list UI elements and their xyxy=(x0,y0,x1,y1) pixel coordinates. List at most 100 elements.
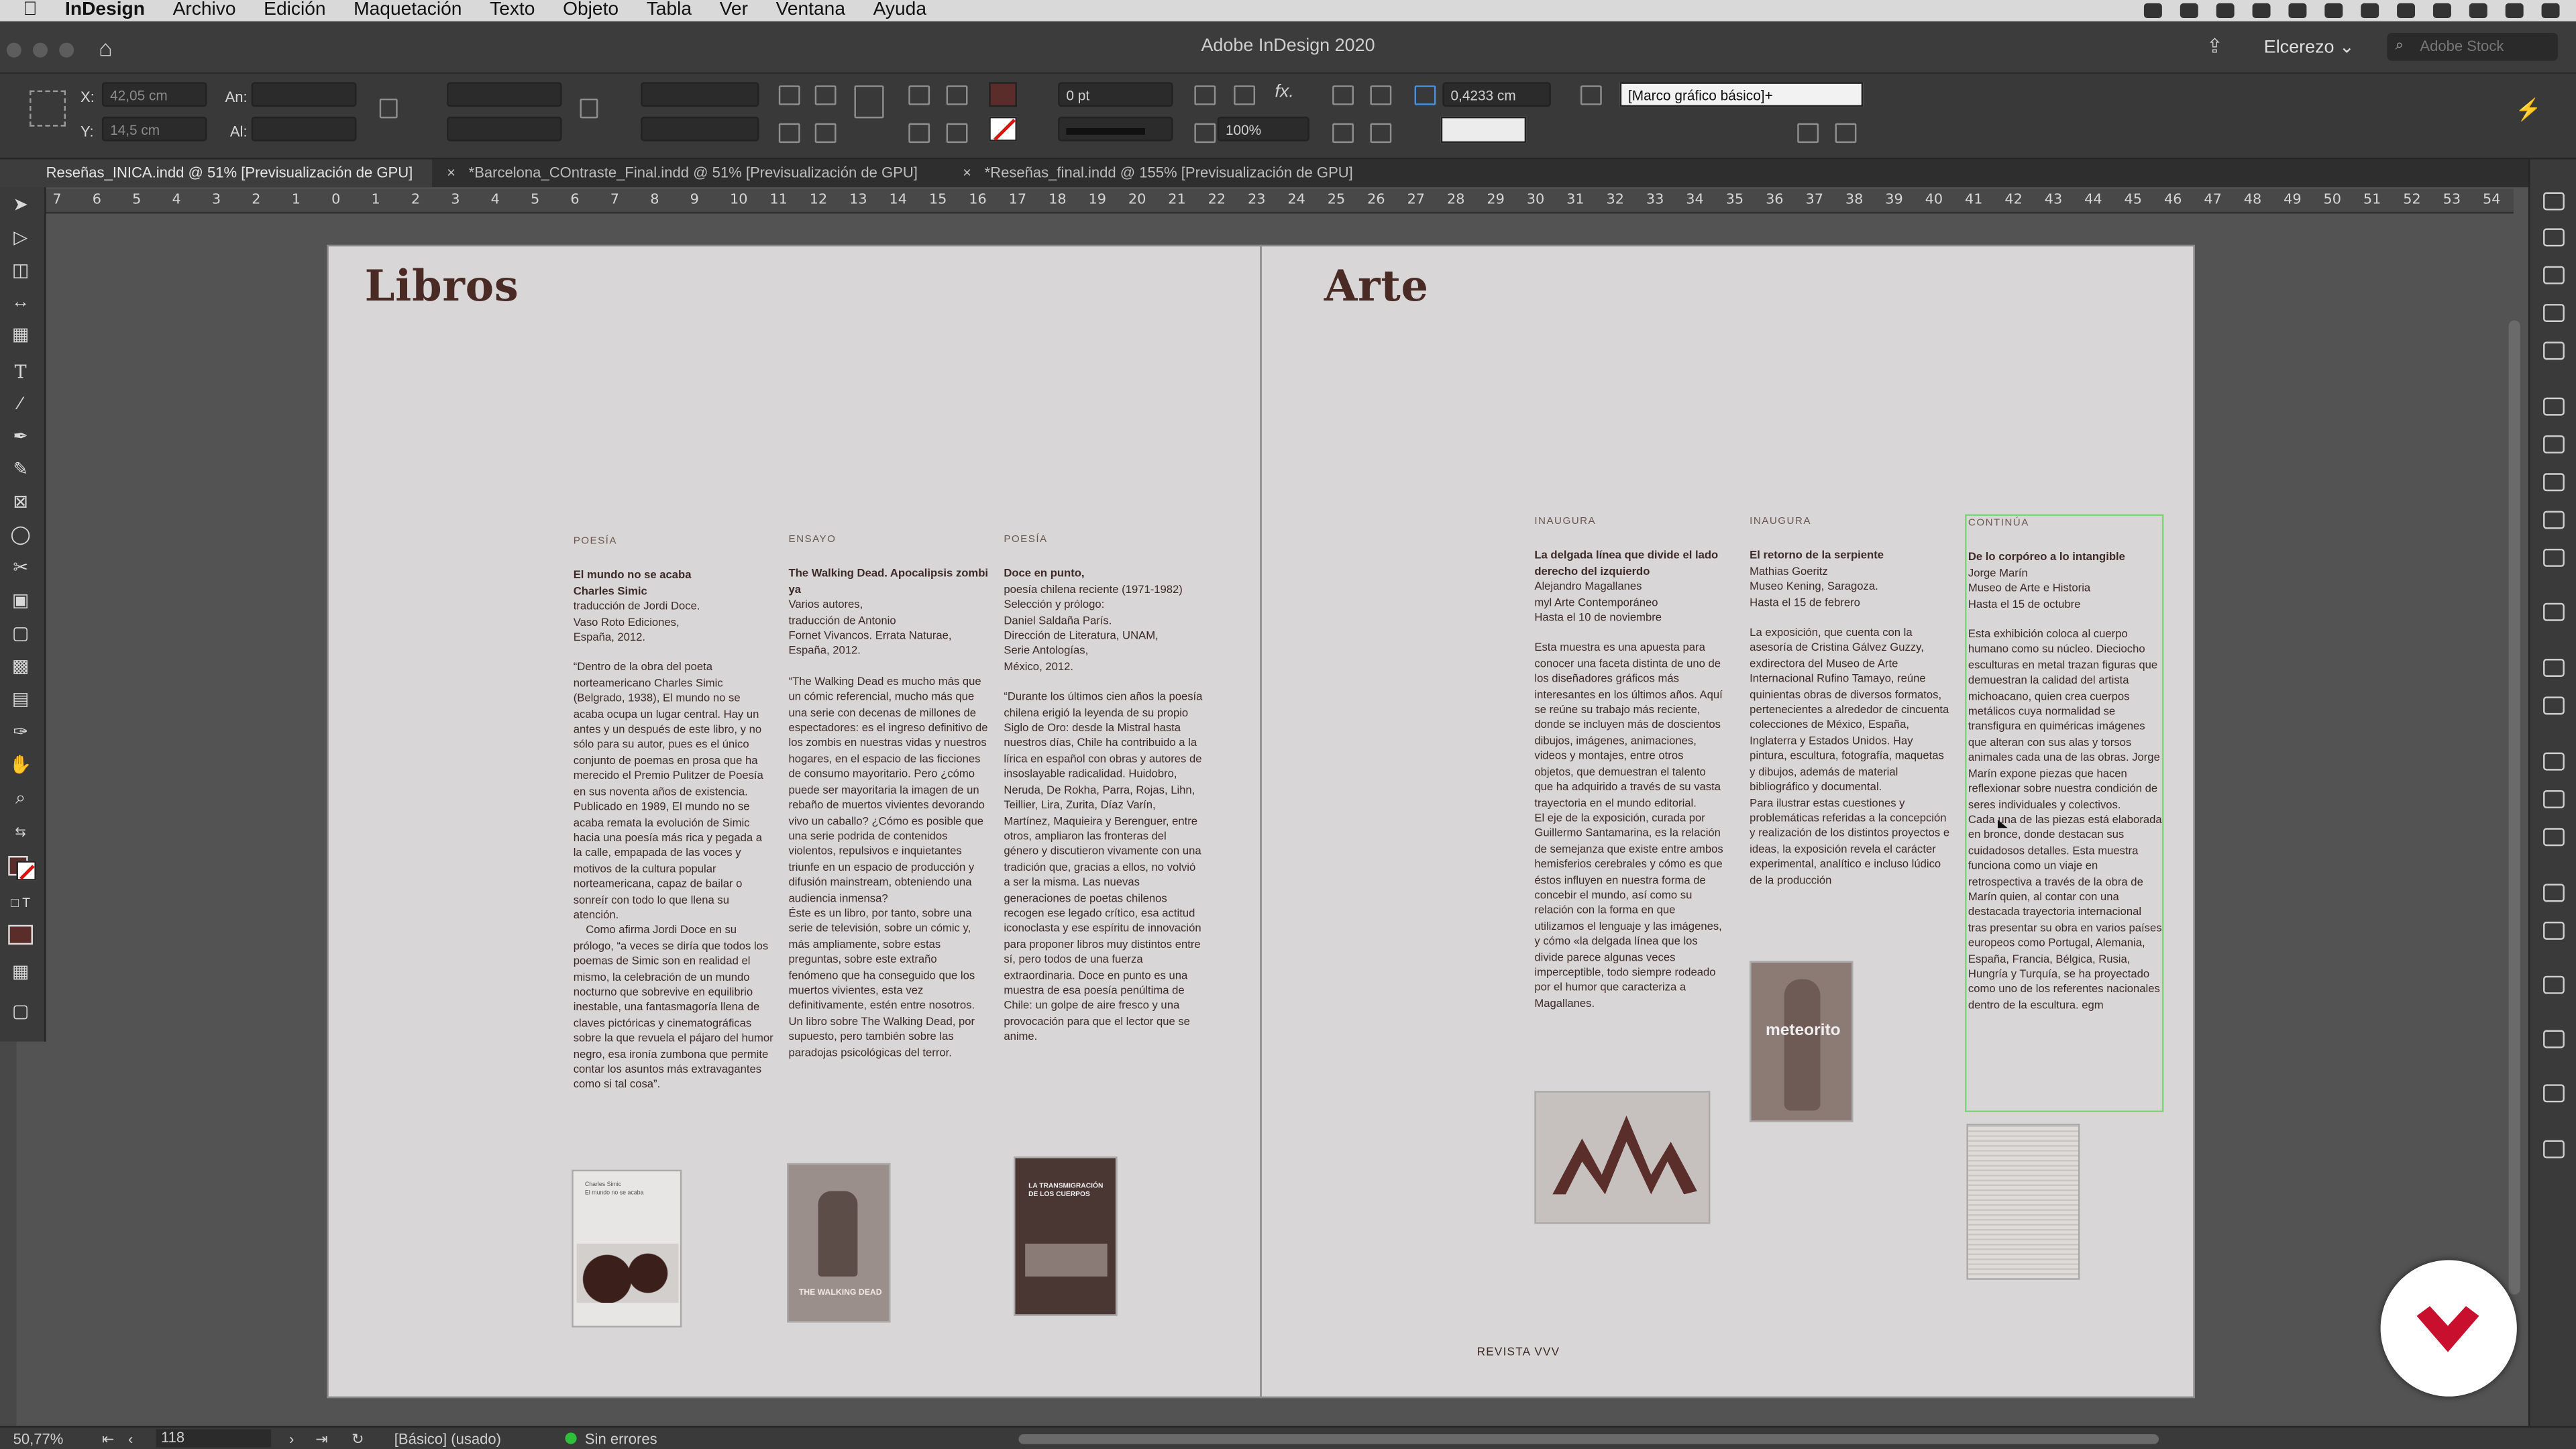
swatches-panel-icon[interactable] xyxy=(2543,341,2565,360)
page-tool-icon[interactable]: ◫ xyxy=(8,261,33,282)
cloud-upload-icon[interactable] xyxy=(2324,3,2343,18)
next-page-icon[interactable]: › xyxy=(289,1431,294,1447)
text-wrap-jump-icon[interactable] xyxy=(1370,123,1392,144)
menu-ver[interactable]: Ver xyxy=(720,0,748,21)
auto-fit-icon[interactable] xyxy=(1414,85,1436,105)
object-style-select[interactable]: [Marco gráfico básico]+ xyxy=(1619,82,1864,107)
previous-page-icon[interactable]: ‹ xyxy=(128,1431,133,1447)
transform-panel-icon[interactable] xyxy=(2543,752,2565,771)
zoom-tool-icon[interactable]: ⌕ xyxy=(8,789,33,810)
free-transform-tool-icon[interactable]: ▣ xyxy=(8,592,33,613)
menu-ayuda[interactable]: Ayuda xyxy=(873,0,926,21)
creative-cloud-icon[interactable] xyxy=(2216,3,2235,18)
quick-apply-icon[interactable] xyxy=(1835,123,1857,144)
gradient-feather-tool-icon[interactable]: ▩ xyxy=(8,657,33,679)
reference-point-icon[interactable] xyxy=(30,90,66,127)
fill-color-swatch[interactable] xyxy=(989,82,1017,107)
event-column[interactable]: INAUGURA La delgada línea que divide el … xyxy=(1534,515,1723,1013)
apply-color-icon[interactable] xyxy=(8,924,33,945)
rotate-cw-icon[interactable] xyxy=(778,85,800,105)
stroke-weight-field[interactable]: 0 pt xyxy=(1058,82,1173,107)
view-mode-icon[interactable]: ▦ xyxy=(8,963,33,984)
offset-field[interactable]: 0,4233 cm xyxy=(1442,82,1551,107)
record-icon[interactable] xyxy=(2143,3,2162,18)
master-style[interactable]: [Básico] (usado) xyxy=(394,1431,501,1447)
share-icon[interactable]: ⇪ xyxy=(2206,34,2223,57)
cc-libraries-panel-icon[interactable] xyxy=(2543,397,2565,416)
links-panel-icon[interactable] xyxy=(2543,266,2565,284)
eyedropper-tool-icon[interactable]: ✑ xyxy=(8,723,33,745)
horizontal-scrollbar[interactable] xyxy=(1018,1434,2159,1444)
table-styles-icon[interactable] xyxy=(2543,828,2565,847)
selection-tool-icon[interactable]: ➤ xyxy=(8,195,33,217)
character-styles-icon[interactable] xyxy=(2543,435,2565,453)
rotation-field[interactable] xyxy=(641,82,759,107)
x-position-field[interactable]: 42,05 cm xyxy=(101,82,207,107)
menu-app-name[interactable]: InDesign xyxy=(65,0,145,21)
y-position-field[interactable]: 14,5 cm xyxy=(101,116,207,142)
tab-barcelona[interactable]: × *Barcelona_COntraste_Final.indd @ 51% [… xyxy=(432,160,949,188)
pencil-tool-icon[interactable]: ✎ xyxy=(8,460,33,482)
scale-x-field[interactable] xyxy=(447,82,562,107)
menu-archivo[interactable]: Archivo xyxy=(173,0,236,21)
formatting-affects-text-icon[interactable]: □ T xyxy=(8,892,33,914)
scissors-tool-icon[interactable]: ✂ xyxy=(8,559,33,580)
text-wrap-shape-icon[interactable] xyxy=(1332,123,1354,144)
flip-vertical-icon[interactable] xyxy=(946,85,968,105)
book-cover-transmigracion[interactable]: LA TRANSMIGRACIÓN DE LOS CUERPOS xyxy=(1014,1157,1118,1316)
menu-objeto[interactable]: Objeto xyxy=(563,0,619,21)
review-column[interactable]: ENSAYO The Walking Dead. Apocalipsis zom… xyxy=(789,532,989,1061)
align-panel-icon[interactable] xyxy=(2543,659,2565,677)
stroke-color-swatch[interactable] xyxy=(989,116,1017,142)
menu-ventana[interactable]: Ventana xyxy=(776,0,845,21)
apple-menu-icon[interactable]:  xyxy=(23,0,37,21)
table-panel-icon[interactable] xyxy=(2543,790,2565,808)
object-styles-icon[interactable] xyxy=(2543,473,2565,492)
object-style-icon[interactable] xyxy=(1580,85,1602,105)
opacity-field[interactable]: 100% xyxy=(1217,116,1309,142)
pages-panel-icon[interactable] xyxy=(2543,192,2565,211)
flip-horizontal-icon[interactable] xyxy=(908,85,930,105)
swap-colors-icon[interactable]: ⇆ xyxy=(8,822,33,843)
layers-panel-icon[interactable] xyxy=(2543,228,2565,247)
clear-overrides-icon[interactable] xyxy=(1797,123,1819,144)
text-wrap-bounding-icon[interactable] xyxy=(1370,85,1392,105)
last-page-icon[interactable]: ⇥ xyxy=(315,1431,327,1449)
dropbox-icon[interactable] xyxy=(2252,3,2271,18)
line-tool-icon[interactable]: ∕ xyxy=(8,394,33,416)
opacity-icon[interactable] xyxy=(1194,123,1216,144)
notification-center-icon[interactable] xyxy=(2541,3,2560,18)
display-icon[interactable] xyxy=(2180,3,2198,18)
drop-shadow-icon[interactable] xyxy=(1234,85,1256,105)
color-panel-icon[interactable] xyxy=(2543,602,2565,621)
sync-icon[interactable]: ↻ xyxy=(352,1431,364,1449)
glyphs-panel-icon[interactable] xyxy=(2543,975,2565,994)
book-cover-simic[interactable]: Charles Simic El mundo no se acaba xyxy=(572,1169,682,1328)
height-field[interactable] xyxy=(251,116,357,142)
stroke-type-select[interactable] xyxy=(1058,116,1173,142)
preflight-status[interactable]: Sin errores xyxy=(585,1431,657,1447)
stroke-swatch-icon[interactable] xyxy=(16,861,36,881)
gradient-tool-icon[interactable]: ▢ xyxy=(8,625,33,646)
select-content-icon[interactable] xyxy=(854,85,884,119)
event-column-selected[interactable]: CONTINÚA De lo corpóreo a lo intangible … xyxy=(1965,514,2164,1112)
close-tab-icon[interactable]: × xyxy=(963,164,971,180)
skype-icon[interactable] xyxy=(2361,3,2379,18)
text-wrap-panel-icon[interactable] xyxy=(2543,548,2565,567)
note-tool-icon[interactable]: ▤ xyxy=(8,690,33,712)
adobe-stock-search[interactable]: ⌕ Adobe Stock xyxy=(2387,32,2559,61)
effects-panel-icon[interactable] xyxy=(2543,883,2565,902)
menu-maquetacion[interactable]: Maquetación xyxy=(354,0,462,21)
workspace-switcher[interactable]: Elcerezo ⌄ xyxy=(2264,36,2355,57)
meteorito-image[interactable]: meteorito xyxy=(1750,961,1854,1122)
menu-edicion[interactable]: Edición xyxy=(264,0,325,21)
rectangle-frame-tool-icon[interactable]: ⊠ xyxy=(8,493,33,515)
menu-texto[interactable]: Texto xyxy=(490,0,535,21)
stroke-panel-icon[interactable] xyxy=(2543,304,2565,323)
select-container-icon[interactable] xyxy=(778,123,800,144)
horizontal-ruler[interactable]: 7 6 5 4 3 2 1 0 1 2 3 4 5 6 7 8 9 10 11 12 13 14 15 16 17 18 19 20 2… xyxy=(46,189,2514,214)
select-next-icon[interactable] xyxy=(814,123,837,144)
sculpture-image[interactable] xyxy=(1534,1091,1711,1224)
tab-resenas-final[interactable]: × *Reseñas_final.indd @ 155% [Previsualiz… xyxy=(950,160,1393,188)
poster-image[interactable] xyxy=(1966,1124,2080,1280)
